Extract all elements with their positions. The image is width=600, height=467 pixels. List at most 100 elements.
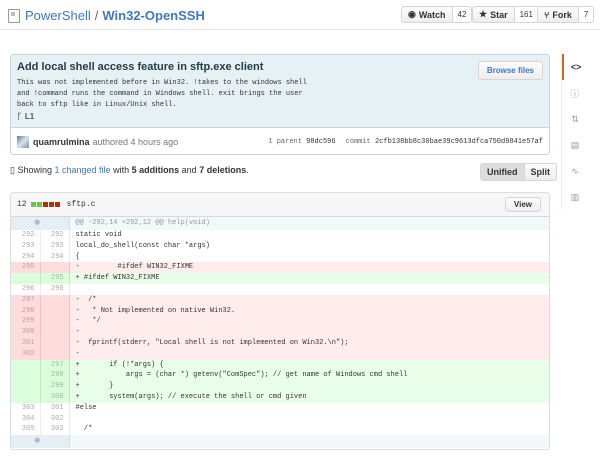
code-line: + } (69, 381, 549, 392)
code-line: + if (!*args) { (69, 359, 549, 371)
view-file-button[interactable]: View (504, 197, 541, 212)
old-line-number[interactable] (11, 273, 41, 284)
hunk-footer: ⊕ (11, 435, 549, 449)
pull-requests-icon[interactable]: ⇅ (562, 106, 588, 132)
old-line-number[interactable]: 299 (11, 316, 41, 328)
new-line-number[interactable]: 297 (40, 359, 70, 371)
star-count[interactable]: 161 (514, 6, 539, 23)
new-line-number[interactable]: 298 (40, 370, 70, 382)
branch-indicator[interactable]: ᚴ L1 (17, 112, 34, 121)
avatar[interactable] (17, 135, 29, 148)
repo-owner-link[interactable]: PowerShell (25, 8, 91, 23)
new-line-number[interactable] (40, 316, 70, 328)
fork-button[interactable]: ⑂ Fork (537, 6, 579, 23)
changed-files-link[interactable]: 1 changed file (55, 165, 111, 175)
star-button[interactable]: ★ Star (472, 6, 515, 23)
repo-title: PowerShell / Win32-OpenSSH (8, 8, 205, 23)
diff-line-added: 298 + args = (char *) getenv("ComSpec"); … (11, 370, 549, 382)
pulse-icon[interactable]: ∿ (562, 158, 588, 184)
diffstat-block-del (42, 202, 48, 207)
old-line-number[interactable]: 298 (11, 305, 41, 317)
code-line: local_do_shell(const char *args) (75, 241, 210, 250)
diff-line-context: 303 301 #else (11, 402, 549, 414)
new-line-number[interactable]: 303 (40, 424, 70, 436)
old-line-number[interactable]: 294 (11, 251, 41, 263)
commit-description: This was not implemented before in Win32… (17, 79, 307, 109)
new-line-number[interactable] (40, 337, 70, 349)
commit-header: Add local shell access feature in sftp.e… (11, 55, 549, 128)
new-line-number[interactable]: 295 (40, 273, 70, 284)
star-icon: ★ (479, 9, 488, 19)
graphs-icon[interactable]: ▥ (562, 184, 588, 210)
old-line-number[interactable] (11, 370, 41, 382)
old-line-number[interactable]: 305 (11, 424, 41, 436)
code-line: + #ifdef WIN32_FIXME (69, 273, 549, 284)
new-line-number[interactable]: 302 (40, 413, 70, 425)
watch-group: ◉ Watch 42 (401, 6, 473, 23)
old-line-number[interactable] (11, 381, 41, 392)
new-line-number[interactable]: 293 (40, 240, 70, 252)
code-line: { (75, 252, 80, 261)
new-line-number[interactable]: 292 (40, 230, 70, 241)
old-line-number[interactable]: 297 (11, 294, 41, 306)
issues-icon[interactable]: ⓘ (562, 80, 588, 106)
diff-line-context: 304 302 (11, 413, 549, 425)
new-line-number[interactable]: 300 (40, 391, 70, 403)
file-header: 12 sftp.c View (11, 193, 549, 217)
code-line (69, 414, 549, 425)
split-button[interactable]: Split (524, 163, 557, 181)
diffstat: 12 (17, 200, 27, 209)
file-name[interactable]: sftp.c (67, 200, 96, 209)
browse-files-button[interactable]: Browse files (477, 61, 543, 80)
diff-line-context: 292 292 static void (11, 230, 549, 241)
new-line-number[interactable]: 301 (40, 402, 70, 414)
old-line-number[interactable]: 300 (11, 327, 41, 338)
old-line-number[interactable]: 295 (11, 262, 41, 274)
summary-end: . (246, 165, 249, 175)
old-line-number[interactable]: 302 (11, 348, 41, 360)
unified-button[interactable]: Unified (480, 163, 525, 181)
new-line-number[interactable] (40, 305, 70, 317)
old-line-number[interactable] (11, 391, 41, 403)
wiki-icon[interactable]: ▤ (562, 132, 588, 158)
new-line-number[interactable]: 299 (40, 381, 70, 392)
new-line-number[interactable] (40, 348, 70, 360)
diff-line-deleted: 298 - * Not implemented on native Win32. (11, 305, 549, 317)
commit-meta: quamrulmina authored 4 hours ago 1 paren… (11, 128, 549, 155)
code-line: - #ifdef WIN32_FIXME (69, 262, 549, 274)
old-line-number[interactable]: 301 (11, 337, 41, 349)
old-line-number[interactable]: 296 (11, 283, 41, 295)
old-line-number[interactable]: 303 (11, 402, 41, 414)
parent-sha-link[interactable]: 98dc596 (306, 138, 335, 146)
expand-icon[interactable]: ⊕ (11, 217, 70, 230)
old-line-number[interactable]: 304 (11, 413, 41, 425)
watch-button[interactable]: ◉ Watch (401, 6, 453, 23)
new-line-number[interactable]: 294 (40, 251, 70, 263)
commit-time: authored 4 hours ago (92, 136, 179, 147)
eye-icon: ◉ (408, 9, 416, 19)
diff-line-deleted: 297 - /* (11, 294, 549, 306)
fork-count[interactable]: 7 (578, 6, 595, 23)
diff-line-deleted: 302 - (11, 348, 549, 360)
parent-info: 1 parent 98dc596 (268, 138, 335, 146)
old-line-number[interactable]: 292 (11, 230, 41, 241)
old-line-number[interactable] (11, 359, 41, 371)
watch-count[interactable]: 42 (452, 6, 473, 23)
code-line: #else (75, 403, 97, 412)
old-line-number[interactable]: 293 (11, 240, 41, 252)
new-line-number[interactable] (40, 294, 70, 306)
repo-separator: / (94, 8, 99, 23)
diff-line-added: 300 + system(args); // execute the shell … (11, 391, 549, 403)
diff-line-context: 296 296 (11, 283, 549, 295)
code-line: + system(args); // execute the shell or … (69, 391, 549, 403)
new-line-number[interactable]: 296 (40, 283, 70, 295)
repo-name-link[interactable]: Win32-OpenSSH (102, 8, 204, 23)
commit-author-link[interactable]: quamrulmina (33, 137, 90, 147)
code-line: - (69, 348, 549, 360)
code-line: static void (75, 231, 122, 239)
new-line-number[interactable] (40, 262, 70, 274)
code-line: - (69, 327, 549, 338)
expand-icon[interactable]: ⊕ (11, 435, 70, 449)
new-line-number[interactable] (40, 327, 70, 338)
code-icon[interactable]: <> (562, 54, 588, 80)
